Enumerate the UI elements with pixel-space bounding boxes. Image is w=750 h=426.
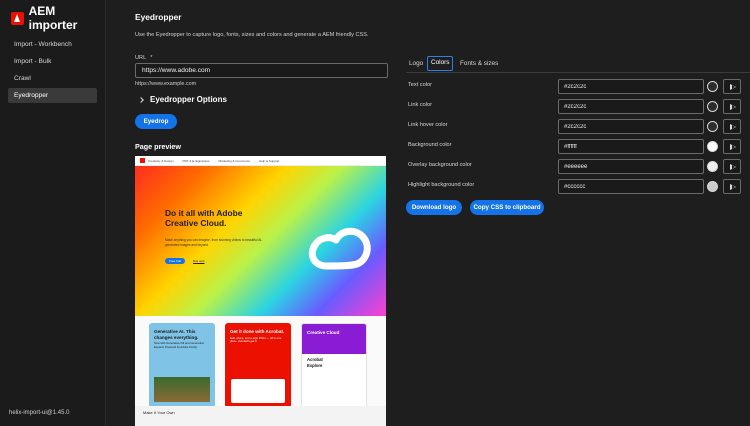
color-label: Text color <box>408 82 432 88</box>
preview-nav-item: Creativity & Design <box>148 158 174 163</box>
preview-hero: Do it all with Adobe Creative Cloud. Mak… <box>135 166 386 316</box>
color-swatch <box>707 101 718 112</box>
color-row-link-hover: Link hover color <box>406 119 750 134</box>
page-preview-title: Page preview <box>135 142 181 151</box>
color-picker-button[interactable] <box>723 139 741 154</box>
preview-footer: Make It Your Own <box>135 406 386 426</box>
url-help-text: https://www.example.com <box>135 81 197 87</box>
preview-card-header: Creative Cloud <box>302 324 366 354</box>
app-version: helix-import-ui@1.45.0 <box>9 410 70 416</box>
required-mark: * <box>150 55 153 61</box>
eyedropper-options-label: Eyedropper Options <box>150 95 227 104</box>
preview-cards: Generative AI. This changes everything. … <box>135 316 386 408</box>
background-color-input[interactable] <box>558 139 704 154</box>
main-content: Eyedropper Use the Eyedropper to capture… <box>107 0 750 426</box>
adobe-logo-icon <box>11 11 24 25</box>
url-label: URL * <box>135 55 152 61</box>
color-picker-button[interactable] <box>723 99 741 114</box>
preview-card-heading: Acrobat <box>307 357 323 362</box>
color-picker-button[interactable] <box>723 79 741 94</box>
color-label: Overlay background color <box>408 162 472 168</box>
color-row-link: Link color <box>406 99 750 114</box>
color-label: Background color <box>408 142 452 148</box>
preview-nav-item: Help & Support <box>259 158 280 163</box>
link-hover-color-input[interactable] <box>558 119 704 134</box>
color-swatch <box>707 161 718 172</box>
preview-card-body: Acrobat Explore <box>302 354 366 372</box>
download-logo-button[interactable]: Download logo <box>406 200 462 215</box>
preview-hero-button: Free trial <box>165 258 185 264</box>
color-row-text: Text color <box>406 79 750 94</box>
preview-card: Generative AI. This changes everything. … <box>149 323 215 408</box>
preview-card-image <box>154 377 210 402</box>
color-swatch <box>707 141 718 152</box>
color-row-overlay-background: Overlay background color <box>406 159 750 174</box>
preview-adobe-logo-icon <box>140 158 145 163</box>
overlay-background-color-input[interactable] <box>558 159 704 174</box>
color-swatch <box>707 181 718 192</box>
tab-logo[interactable]: Logo <box>406 56 426 71</box>
sidebar-nav: Import - Workbench Import - Bulk Crawl E… <box>0 37 105 103</box>
preview-card-title: Creative Cloud <box>307 330 340 335</box>
copy-css-button[interactable]: Copy CSS to clipboard <box>470 200 544 215</box>
color-picker-button[interactable] <box>723 159 741 174</box>
preview-nav: Creativity & Design PDF & E-Signatures M… <box>135 156 386 166</box>
preview-hero-link: Buy now <box>193 259 205 263</box>
preview-card-text: Now with Generative Fill and Generative … <box>154 341 205 349</box>
color-row-highlight-background: Highlight background color <box>406 179 750 194</box>
preview-card: Creative Cloud Acrobat Explore <box>301 323 367 408</box>
preview-card-subheading: Explore <box>307 363 323 368</box>
chevron-right-icon <box>138 96 144 103</box>
preview-nav-item: Marketing & Commerce <box>218 158 251 163</box>
sidebar-item-eyedropper[interactable]: Eyedropper <box>8 88 97 103</box>
color-picker-button[interactable] <box>723 119 741 134</box>
highlight-background-color-input[interactable] <box>558 179 704 194</box>
eyedropper-options-toggle[interactable]: Eyedropper Options <box>138 95 227 104</box>
tab-colors[interactable]: Colors <box>427 56 454 71</box>
page-preview-frame[interactable]: Creativity & Design PDF & E-Signatures M… <box>135 156 386 426</box>
url-label-text: URL <box>135 55 147 61</box>
app-title: AEM importer <box>28 4 78 32</box>
color-row-background: Background color <box>406 139 750 154</box>
color-label: Link color <box>408 102 432 108</box>
color-label: Link hover color <box>408 122 448 128</box>
color-swatch <box>707 81 718 92</box>
url-input[interactable] <box>135 63 388 78</box>
app-brand: AEM importer <box>0 0 105 36</box>
color-picker-button[interactable] <box>723 179 741 194</box>
color-swatch <box>707 121 718 132</box>
preview-card-title: Get it done with Acrobat. <box>230 329 285 334</box>
sidebar: AEM importer Import - Workbench Import -… <box>0 0 106 426</box>
sidebar-item-import-bulk[interactable]: Import - Bulk <box>8 54 97 69</box>
link-color-input[interactable] <box>558 99 704 114</box>
eyedrop-button[interactable]: Eyedrop <box>135 114 177 129</box>
sidebar-item-import-workbench[interactable]: Import - Workbench <box>8 37 97 52</box>
text-color-input[interactable] <box>558 79 704 94</box>
preview-card-image <box>231 379 285 403</box>
preview-nav-item: PDF & E-Signatures <box>182 158 210 163</box>
color-label: Highlight background color <box>408 182 475 188</box>
tab-fonts-sizes[interactable]: Fonts & sizes <box>457 56 501 71</box>
page-title: Eyedropper <box>135 12 182 22</box>
eyedropper-tabs: Logo Colors Fonts & sizes <box>406 56 750 73</box>
sidebar-item-crawl[interactable]: Crawl <box>8 71 97 86</box>
preview-hero-text: Make anything you can imagine, from stun… <box>165 238 263 247</box>
page-description: Use the Eyedropper to capture logo, font… <box>135 32 369 38</box>
preview-card-title: Generative AI. This changes everything. <box>154 329 199 340</box>
preview-card: Get it done with Acrobat. Edit, share, a… <box>225 323 291 408</box>
creative-cloud-logo-icon <box>308 227 371 270</box>
preview-hero-title: Do it all with Adobe Creative Cloud. <box>165 208 243 228</box>
preview-card-text: Edit, share, and e-sign PDFs — all in on… <box>230 335 282 344</box>
